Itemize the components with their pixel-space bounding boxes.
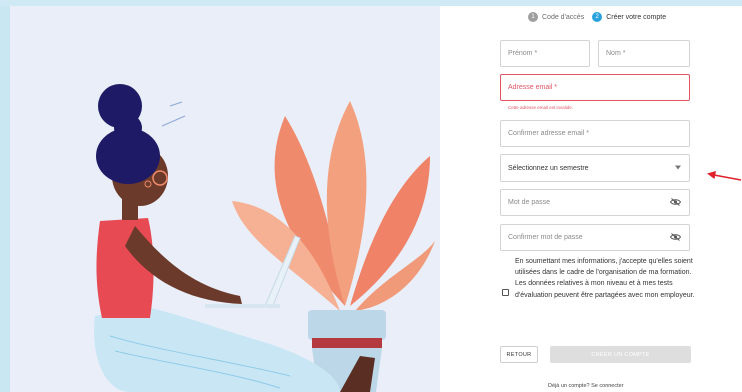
plant-leaves bbox=[232, 101, 435, 311]
consent-block: En soumettant mes informations, j'accept… bbox=[502, 256, 734, 301]
step-number-badge: 2 bbox=[592, 12, 603, 22]
eye-off-icon[interactable] bbox=[669, 197, 682, 208]
step-label: Code d'accès bbox=[542, 13, 585, 21]
back-button[interactable]: RETOUR bbox=[500, 346, 538, 363]
step-label: Créer votre compte bbox=[606, 13, 667, 21]
onboarding-illustration bbox=[10, 6, 440, 392]
semester-placeholder: Sélectionnez un semestre bbox=[508, 164, 589, 172]
login-question: Déjà un compte? bbox=[548, 383, 590, 389]
password-confirm-field[interactable]: Confirmer mot de passe bbox=[500, 224, 690, 251]
dropdown-arrow-icon bbox=[675, 165, 681, 172]
email-error-message: Cette adresse email est invalide. bbox=[508, 105, 574, 110]
last-name-placeholder: Nom * bbox=[606, 50, 626, 57]
annotation-arrow-icon bbox=[706, 168, 742, 191]
step-access-code: 1 Code d'accès bbox=[528, 12, 584, 22]
first-name-field[interactable]: Prénom * bbox=[500, 40, 590, 67]
first-name-placeholder: Prénom * bbox=[508, 50, 538, 57]
create-account-button[interactable]: CRÉER UN COMPTE bbox=[550, 346, 691, 363]
signup-panel: 1 Code d'accès 2 Créer votre compte Prén… bbox=[440, 6, 742, 392]
login-link[interactable]: Se connecter bbox=[591, 383, 623, 389]
woman-laptop-plant-illustration bbox=[94, 84, 435, 392]
step-create-account: 2 Créer votre compte bbox=[592, 12, 666, 22]
password-field[interactable]: Mot de passe bbox=[500, 189, 690, 216]
email-placeholder: Adresse email * bbox=[508, 84, 558, 91]
password-placeholder: Mot de passe bbox=[508, 199, 551, 206]
last-name-field[interactable]: Nom * bbox=[598, 40, 690, 67]
email-confirm-placeholder: Confirmer adresse email * bbox=[508, 130, 589, 137]
semester-select[interactable]: Sélectionnez un semestre bbox=[500, 154, 690, 182]
email-field[interactable]: Adresse email * bbox=[500, 74, 690, 101]
email-confirm-field[interactable]: Confirmer adresse email * bbox=[500, 120, 690, 147]
eye-off-icon[interactable] bbox=[669, 232, 682, 243]
consent-text: En soumettant mes informations, j'accept… bbox=[515, 258, 695, 299]
consent-checkbox[interactable] bbox=[502, 289, 509, 296]
stepper: 1 Code d'accès 2 Créer votre compte bbox=[528, 10, 674, 24]
step-number-badge: 1 bbox=[528, 12, 538, 22]
login-prompt: Déjà un compte? Se connecter bbox=[548, 383, 624, 389]
password-confirm-placeholder: Confirmer mot de passe bbox=[508, 234, 583, 241]
